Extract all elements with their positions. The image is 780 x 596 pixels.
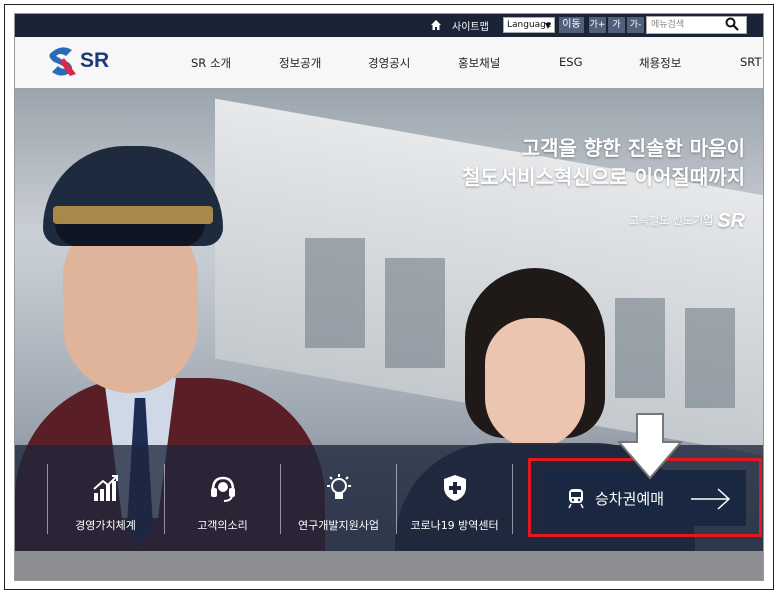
- nav-management-disclosure[interactable]: 경영공시: [368, 55, 410, 71]
- browser-page: 사이트맵 Language ▼ 이동 가+ 가 가- 메뉴검색 SR SR 소개…: [14, 13, 764, 581]
- hero-slogan-line2: 철도서비스혁신으로 이어질때까지: [462, 165, 745, 189]
- chevron-down-icon: ▼: [544, 21, 551, 30]
- lightbulb-icon: [326, 474, 351, 499]
- nav-recruitment[interactable]: 채용정보: [639, 55, 681, 71]
- train-window: [615, 298, 665, 398]
- nav-esg[interactable]: ESG: [559, 55, 582, 69]
- quicklink-label: 고객의소리: [197, 519, 248, 532]
- conductor-cap-band: [53, 206, 213, 224]
- quicklink-covid-center[interactable]: 코로나19 방역센터: [397, 445, 512, 551]
- nav-info-disclosure[interactable]: 정보공개: [279, 55, 321, 71]
- hero-brand-logo: SR: [717, 210, 745, 232]
- utility-bar: 사이트맵 Language ▼ 이동 가+ 가 가- 메뉴검색: [15, 14, 763, 37]
- headset-icon: [210, 476, 235, 502]
- hero-brand-line: 고속철도 선도기업 SR: [629, 210, 745, 233]
- hero-slogan-line1: 고객을 향한 진솔한 마음이: [521, 136, 745, 160]
- quicklink-customer-voice[interactable]: 고객의소리: [165, 445, 280, 551]
- main-header: SR SR 소개 정보공개 경영공시 홍보채널 ESG 채용정보 SRT: [15, 37, 763, 88]
- quicklink-label: 경영가치체계: [75, 519, 136, 532]
- chart-growth-icon: [92, 475, 118, 501]
- nav-sr-intro[interactable]: SR 소개: [191, 55, 231, 71]
- nav-pr-channel[interactable]: 홍보채널: [458, 55, 500, 71]
- sr-logo-mark-icon: [49, 47, 76, 76]
- logo-text: SR: [80, 49, 110, 72]
- go-button[interactable]: 이동: [559, 17, 584, 33]
- font-normal-button[interactable]: 가: [608, 17, 625, 33]
- search-icon[interactable]: [725, 17, 739, 31]
- train-window: [685, 308, 735, 408]
- train-window: [305, 238, 365, 348]
- quicklink-label: 연구개발지원사업: [298, 519, 379, 532]
- nav-srt[interactable]: SRT: [740, 55, 761, 69]
- sitemap-link[interactable]: 사이트맵: [452, 18, 489, 33]
- train-window: [385, 258, 445, 368]
- quicklink-rnd-support[interactable]: 연구개발지원사업: [281, 445, 396, 551]
- quicklink-label: 코로나19 방역센터: [410, 519, 499, 532]
- annotation-down-arrow-icon: [616, 413, 684, 480]
- divider: [512, 464, 513, 534]
- quicklink-management-values[interactable]: 경영가치체계: [48, 445, 163, 551]
- medical-shield-icon: [443, 475, 466, 501]
- home-icon[interactable]: [430, 19, 442, 31]
- font-smaller-button[interactable]: 가-: [627, 17, 644, 33]
- bottom-strip: [15, 551, 763, 580]
- font-larger-button[interactable]: 가+: [589, 17, 606, 33]
- hero-brand-prefix: 고속철도 선도기업: [628, 214, 714, 227]
- conductor-cap-visor: [55, 224, 205, 246]
- sr-logo[interactable]: SR: [48, 44, 118, 80]
- language-select[interactable]: Language ▼: [503, 17, 555, 33]
- attendant-woman-face: [485, 318, 585, 448]
